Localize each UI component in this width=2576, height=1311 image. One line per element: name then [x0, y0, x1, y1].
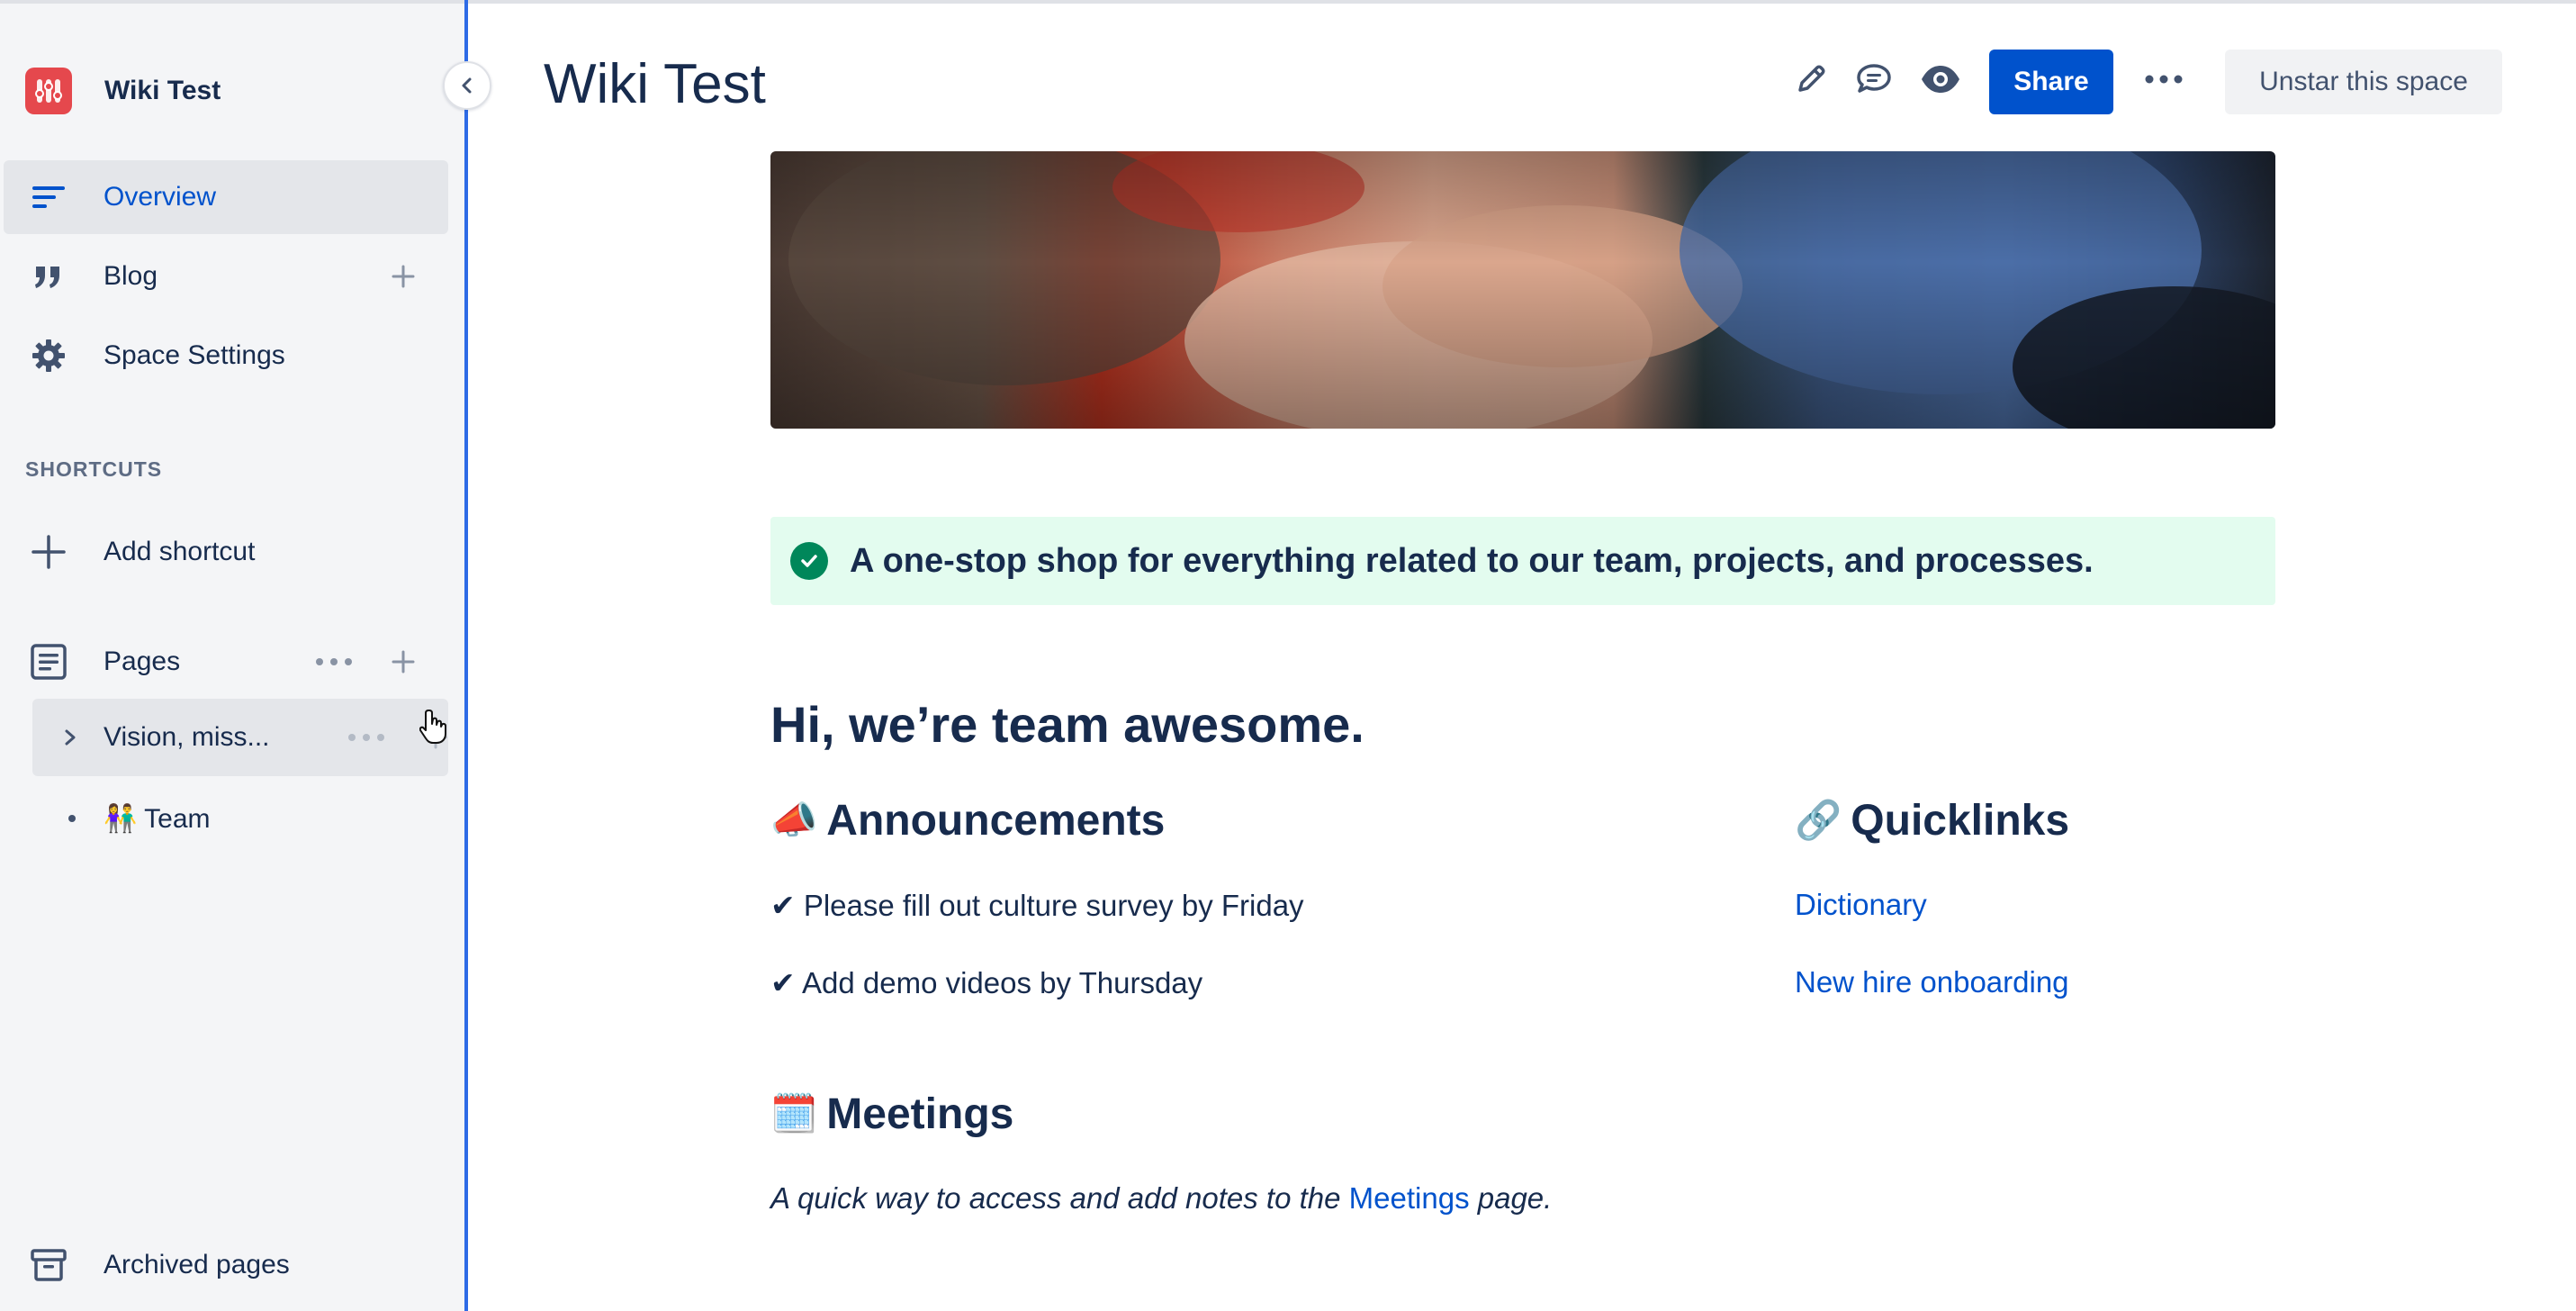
quote-icon — [27, 255, 70, 298]
add-shortcut-button[interactable]: Add shortcut — [4, 515, 448, 589]
sidebar-item-label: Archived pages — [104, 1250, 290, 1279]
sidebar: Wiki Test Overview Blog Space Settings S… — [0, 4, 466, 1311]
sidebar-resize-handle[interactable] — [464, 0, 468, 1311]
share-button[interactable]: Share — [1989, 50, 2113, 114]
watch-eye-icon[interactable] — [1915, 54, 1966, 104]
announcements-title: Announcements — [826, 797, 1166, 845]
archive-icon — [27, 1243, 70, 1287]
dictionary-link[interactable]: Dictionary — [1795, 888, 1927, 922]
more-actions-icon[interactable] — [2139, 54, 2189, 104]
edit-pencil-icon[interactable] — [1786, 54, 1836, 104]
announcements-heading: 📣 Announcements — [770, 796, 1165, 845]
add-shortcut-label: Add shortcut — [104, 537, 256, 566]
page-tree-label: 👫 Team — [104, 803, 211, 835]
team-emoji-icon: 👫 — [104, 803, 138, 834]
team-heading: Hi, we’re team awesome. — [770, 696, 1365, 753]
chevron-right-icon[interactable] — [59, 727, 81, 748]
unstar-space-button[interactable]: Unstar this space — [2225, 50, 2502, 114]
gear-icon — [27, 334, 70, 377]
pages-icon — [27, 640, 70, 683]
shortcuts-heading: SHORTCUTS — [25, 457, 163, 481]
meetings-description: A quick way to access and add notes to t… — [770, 1181, 1552, 1216]
sidebar-item-label: Overview — [104, 182, 217, 212]
sidebar-item-archived-pages[interactable]: Archived pages — [4, 1228, 448, 1302]
calendar-icon: 🗓️ — [770, 1092, 818, 1135]
sidebar-item-blog[interactable]: Blog — [4, 240, 448, 313]
more-actions-icon[interactable] — [311, 644, 356, 680]
sidebar-item-space-settings[interactable]: Space Settings — [4, 319, 448, 393]
space-header[interactable]: Wiki Test — [25, 61, 221, 121]
more-actions-icon[interactable] — [344, 719, 389, 755]
new-hire-onboarding-link[interactable]: New hire onboarding — [1795, 965, 2069, 999]
page-tree-label: Vision, miss... — [104, 722, 270, 752]
team-label: Team — [144, 803, 211, 834]
sidebar-item-label: Space Settings — [104, 340, 285, 370]
page-tree-item-team[interactable]: 👫 Team — [32, 780, 448, 857]
meetings-title: Meetings — [826, 1090, 1014, 1138]
megaphone-icon: 📣 — [770, 799, 818, 841]
info-panel: A one-stop shop for everything related t… — [770, 517, 2275, 605]
page-title: Wiki Test — [544, 53, 766, 115]
announcement-item: ✔ Add demo videos by Thursday — [770, 966, 1203, 999]
sidebar-item-pages[interactable]: Pages — [4, 625, 448, 699]
quicklinks-heading: 🔗 Quicklinks — [1795, 796, 2069, 845]
create-page-plus-icon[interactable] — [385, 644, 421, 680]
meetings-desc-text: A quick way to access and add notes to t… — [770, 1181, 1349, 1215]
space-name: Wiki Test — [104, 76, 221, 105]
sidebar-item-label: Pages — [104, 646, 181, 676]
announcement-item: ✔ Please fill out culture survey by Frid… — [770, 889, 1304, 922]
meetings-link[interactable]: Meetings — [1349, 1181, 1470, 1215]
panel-text: A one-stop shop for everything related t… — [850, 541, 2094, 580]
create-blog-plus-icon[interactable] — [385, 258, 421, 294]
hand-cursor-icon — [419, 708, 452, 744]
quicklinks-title: Quicklinks — [1851, 797, 2070, 845]
page-tree-item-vision[interactable]: Vision, miss... — [32, 699, 448, 776]
meetings-heading: 🗓️ Meetings — [770, 1089, 1013, 1139]
check-circle-icon — [790, 542, 828, 580]
header-image — [770, 151, 2275, 429]
link-icon: 🔗 — [1795, 799, 1842, 841]
overview-icon — [27, 176, 70, 219]
chevron-left-icon — [462, 77, 472, 94]
comment-icon[interactable] — [1849, 54, 1899, 104]
bullet-icon — [68, 815, 76, 822]
sidebar-item-label: Blog — [104, 261, 158, 291]
space-logo-icon — [25, 68, 72, 114]
plus-icon — [27, 530, 70, 574]
meetings-desc-text: page. — [1469, 1181, 1553, 1215]
collapse-sidebar-button[interactable] — [443, 61, 491, 110]
sidebar-item-overview[interactable]: Overview — [4, 160, 448, 234]
